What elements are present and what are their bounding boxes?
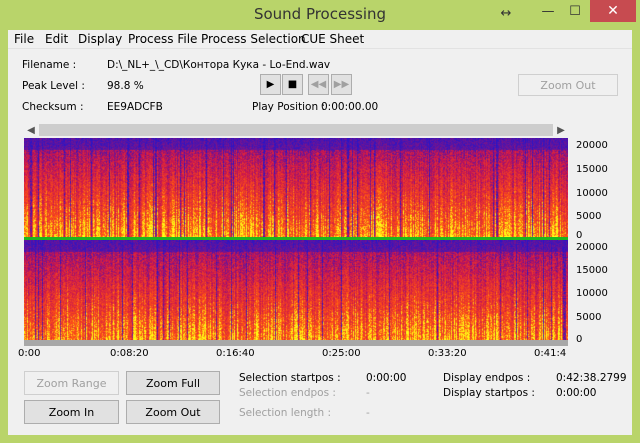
menu-cue-sheet[interactable]: CUE Sheet bbox=[301, 32, 364, 46]
checksum-value: EE9ADCFB bbox=[107, 101, 163, 113]
scroll-right-icon[interactable]: ▶ bbox=[554, 123, 568, 137]
y-tick: 0 bbox=[576, 334, 583, 345]
checksum-label: Checksum : bbox=[22, 101, 84, 113]
horizontal-scrollbar[interactable]: ◀ ▶ bbox=[24, 123, 568, 137]
zoom-range-button[interactable]: Zoom Range bbox=[24, 371, 119, 395]
x-tick: 0:00 bbox=[18, 348, 41, 359]
app-window: Sound Processing ↔ — ☐ ✕ File Edit Displ… bbox=[0, 0, 640, 443]
scroll-left-icon[interactable]: ◀ bbox=[24, 123, 38, 137]
y-axis-top: 20000 15000 10000 5000 0 bbox=[568, 138, 632, 241]
y-axis-bottom: 20000 15000 10000 5000 0 bbox=[568, 240, 632, 345]
zoom-out-top-button[interactable]: Zoom Out bbox=[518, 74, 618, 96]
play-position-value: 0:00:00.00 bbox=[321, 101, 379, 113]
title-bar: Sound Processing ↔ — ☐ ✕ bbox=[0, 0, 640, 30]
y-tick: 20000 bbox=[576, 242, 608, 253]
y-tick: 15000 bbox=[576, 164, 608, 175]
x-tick: 0:08:20 bbox=[110, 348, 149, 359]
rewind-button[interactable]: ◀◀ bbox=[308, 74, 329, 95]
y-tick: 5000 bbox=[576, 211, 602, 222]
stop-button[interactable]: ■ bbox=[282, 74, 303, 95]
zoom-in-button[interactable]: Zoom In bbox=[24, 400, 119, 424]
selection-endpos-value: - bbox=[366, 387, 370, 399]
minimize-button[interactable]: — bbox=[535, 0, 561, 22]
scroll-thumb[interactable] bbox=[39, 124, 553, 136]
client-area: File Edit Display Process File Process S… bbox=[8, 30, 632, 435]
filename-label: Filename : bbox=[22, 59, 77, 71]
selection-length-label: Selection length : bbox=[239, 407, 332, 419]
display-startpos-value: 0:00:00 bbox=[556, 387, 597, 399]
filename-value: D:\_NL+_\_CD\Контора Кука - Lo-End.wav bbox=[107, 59, 331, 71]
selection-endpos-label: Selection endpos : bbox=[239, 387, 336, 399]
menu-process-file[interactable]: Process File bbox=[128, 32, 197, 46]
menu-process-selection[interactable]: Process Selection bbox=[201, 32, 306, 46]
selection-length-value: - bbox=[366, 407, 370, 419]
maximize-button[interactable]: ☐ bbox=[562, 0, 588, 22]
y-tick: 20000 bbox=[576, 140, 608, 151]
menu-edit[interactable]: Edit bbox=[45, 32, 68, 46]
play-position-label: Play Position : bbox=[252, 101, 325, 113]
peak-level-value: 98.8 % bbox=[107, 80, 144, 92]
display-endpos-value: 0:42:38.2799 bbox=[556, 372, 627, 384]
x-tick: 0:16:40 bbox=[216, 348, 255, 359]
zoom-full-button[interactable]: Zoom Full bbox=[126, 371, 220, 395]
y-tick: 10000 bbox=[576, 188, 608, 199]
spectrogram-channel-1[interactable] bbox=[24, 138, 568, 237]
selection-startpos-label: Selection startpos : bbox=[239, 372, 341, 384]
selection-startpos-value: 0:00:00 bbox=[366, 372, 407, 384]
menu-display[interactable]: Display bbox=[78, 32, 122, 46]
x-tick: 0:25:00 bbox=[322, 348, 361, 359]
display-endpos-label: Display endpos : bbox=[443, 372, 531, 384]
display-startpos-label: Display startpos : bbox=[443, 387, 535, 399]
close-button[interactable]: ✕ bbox=[590, 0, 636, 22]
menu-bar: File Edit Display Process File Process S… bbox=[8, 30, 632, 49]
resize-icon[interactable]: ↔ bbox=[495, 2, 517, 24]
time-axis: 0:00 0:08:20 0:16:40 0:25:00 0:33:20 0:4… bbox=[18, 346, 568, 362]
menu-file[interactable]: File bbox=[14, 32, 34, 46]
peak-level-label: Peak Level : bbox=[22, 80, 85, 92]
x-tick: 0:33:20 bbox=[428, 348, 467, 359]
play-button[interactable]: ▶ bbox=[260, 74, 281, 95]
forward-button[interactable]: ▶▶ bbox=[331, 74, 352, 95]
spectrogram-channel-2[interactable] bbox=[24, 240, 568, 340]
zoom-out-button[interactable]: Zoom Out bbox=[126, 400, 220, 424]
y-tick: 10000 bbox=[576, 288, 608, 299]
y-tick: 5000 bbox=[576, 312, 602, 323]
x-tick: 0:41:4 bbox=[534, 348, 567, 359]
y-tick: 15000 bbox=[576, 265, 608, 276]
